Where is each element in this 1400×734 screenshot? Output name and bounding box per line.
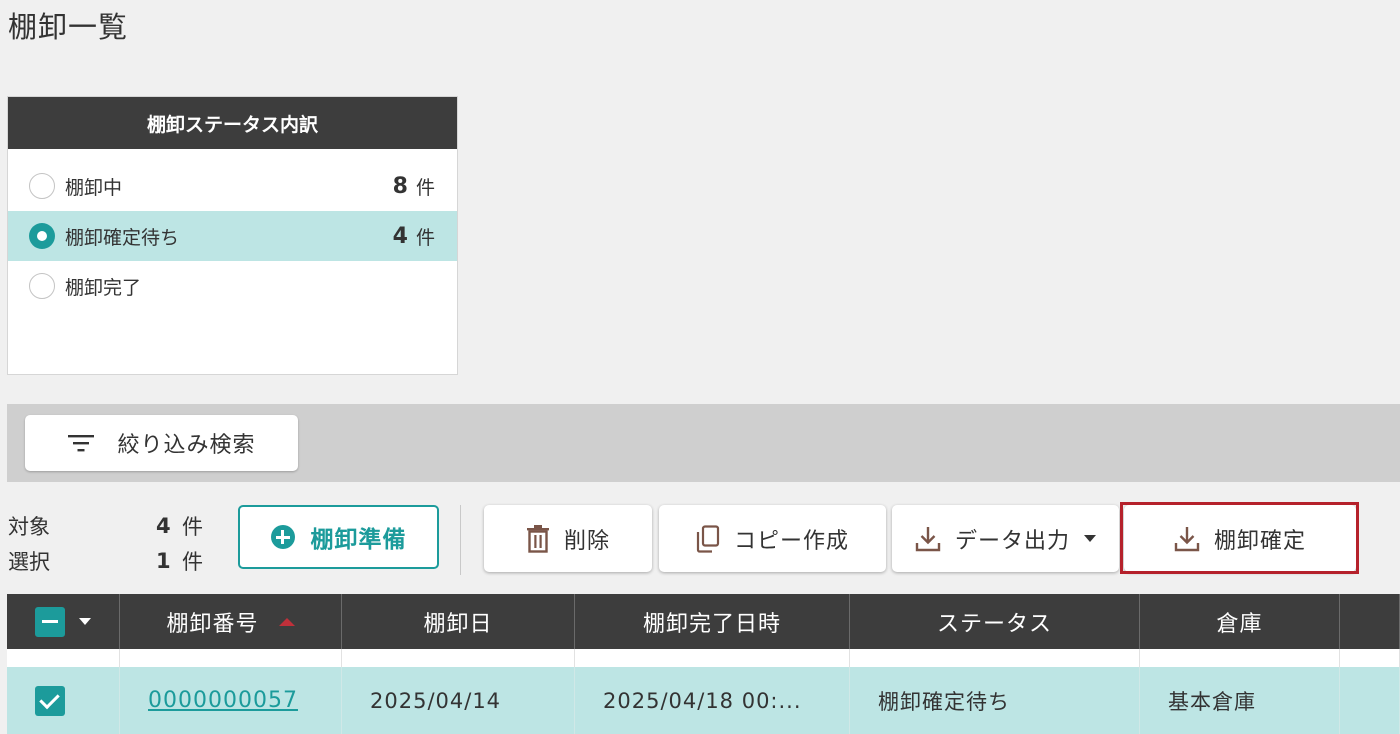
status-count: 8 (392, 173, 408, 199)
column-header-number[interactable]: 棚卸番号 (120, 594, 342, 649)
filter-search-button[interactable]: 絞り込み検索 (25, 415, 298, 471)
copy-create-label: コピー作成 (733, 528, 849, 554)
sort-ascending-icon (278, 617, 295, 626)
filter-icon (68, 435, 95, 452)
status-label: 棚卸確定待ち (65, 226, 180, 249)
table-spacer (7, 649, 1400, 667)
delete-label: 削除 (563, 528, 610, 554)
confirm-inventory-label: 棚卸確定 (1213, 528, 1306, 554)
status-panel-title: 棚卸ステータス内訳 (8, 97, 457, 149)
number-cell: 0000000057 (120, 667, 342, 734)
plus-circle-icon (270, 525, 295, 549)
warehouse-cell: 基本倉庫 (1140, 667, 1340, 734)
column-header-label: 棚卸番号 (166, 611, 259, 637)
copy-icon (696, 524, 720, 553)
completed-cell: 2025/04/18 00:... (575, 667, 850, 734)
status-label: 棚卸完了 (65, 276, 142, 299)
target-label: 対象 (8, 514, 50, 539)
row-checkbox-checked[interactable] (35, 685, 65, 716)
copy-create-button[interactable]: コピー作成 (659, 505, 886, 572)
status-cell: 棚卸確定待ち (850, 667, 1140, 734)
status-unit: 件 (415, 176, 435, 199)
date-cell: 2025/04/14 (342, 667, 575, 734)
chevron-down-icon (1084, 535, 1096, 542)
download-icon (1174, 526, 1200, 551)
selected-count: 1 (156, 548, 171, 573)
page-title: 棚卸一覧 (8, 10, 129, 44)
row-select-cell[interactable] (7, 667, 120, 734)
radio-icon[interactable] (29, 173, 55, 199)
table-header: 棚卸番号 棚卸日 棚卸完了日時 ステータス 倉庫 (7, 594, 1400, 649)
selected-unit: 件 (182, 549, 203, 574)
record-counts: 対象 4 件 選択 1 件 (8, 508, 203, 578)
status-option-awaiting-confirmation[interactable]: 棚卸確定待ち 4 件 (8, 211, 457, 261)
inventory-number-link[interactable]: 0000000057 (148, 688, 298, 713)
column-header-extra (1340, 594, 1400, 649)
status-unit: 件 (415, 226, 435, 249)
data-export-label: データ出力 (954, 528, 1070, 554)
status-option-in-progress[interactable]: 棚卸中 8 件 (8, 161, 457, 211)
confirm-inventory-button[interactable]: 棚卸確定 (1124, 505, 1356, 572)
chevron-down-icon[interactable] (79, 618, 91, 625)
inventory-table: 棚卸番号 棚卸日 棚卸完了日時 ステータス 倉庫 0000000057 2025… (7, 594, 1400, 734)
toolbar-divider (460, 505, 461, 575)
radio-icon[interactable] (29, 273, 55, 299)
column-header-completed[interactable]: 棚卸完了日時 (575, 594, 850, 649)
status-option-completed[interactable]: 棚卸完了 (8, 261, 457, 311)
column-header-status[interactable]: ステータス (850, 594, 1140, 649)
filter-bar: 絞り込み検索 (7, 404, 1400, 482)
column-header-label: 棚卸完了日時 (642, 611, 781, 637)
status-count: 4 (392, 223, 408, 249)
extra-cell (1340, 667, 1400, 734)
select-all-checkbox[interactable] (35, 606, 65, 637)
column-header-label: 棚卸日 (423, 611, 493, 637)
table-row[interactable]: 0000000057 2025/04/14 2025/04/18 00:... … (7, 667, 1400, 734)
selected-label: 選択 (8, 549, 50, 574)
data-export-button[interactable]: データ出力 (892, 505, 1119, 572)
column-header-date[interactable]: 棚卸日 (342, 594, 575, 649)
column-header-warehouse[interactable]: 倉庫 (1140, 594, 1340, 649)
prepare-inventory-label: 棚卸準備 (310, 527, 407, 553)
filter-search-label: 絞り込み検索 (117, 433, 256, 458)
column-header-label: ステータス (936, 611, 1052, 637)
status-breakdown-panel: 棚卸ステータス内訳 棚卸中 8 件 棚卸確定待ち 4 件 棚卸完了 (7, 96, 458, 375)
select-all-header[interactable] (7, 594, 120, 649)
target-unit: 件 (182, 514, 203, 539)
radio-selected-icon[interactable] (29, 223, 55, 249)
prepare-inventory-button[interactable]: 棚卸準備 (238, 505, 439, 569)
trash-icon (526, 524, 549, 553)
delete-button[interactable]: 削除 (484, 505, 652, 572)
target-count: 4 (156, 513, 171, 538)
column-header-label: 倉庫 (1216, 611, 1263, 637)
status-label: 棚卸中 (65, 176, 123, 199)
download-icon (915, 526, 941, 551)
